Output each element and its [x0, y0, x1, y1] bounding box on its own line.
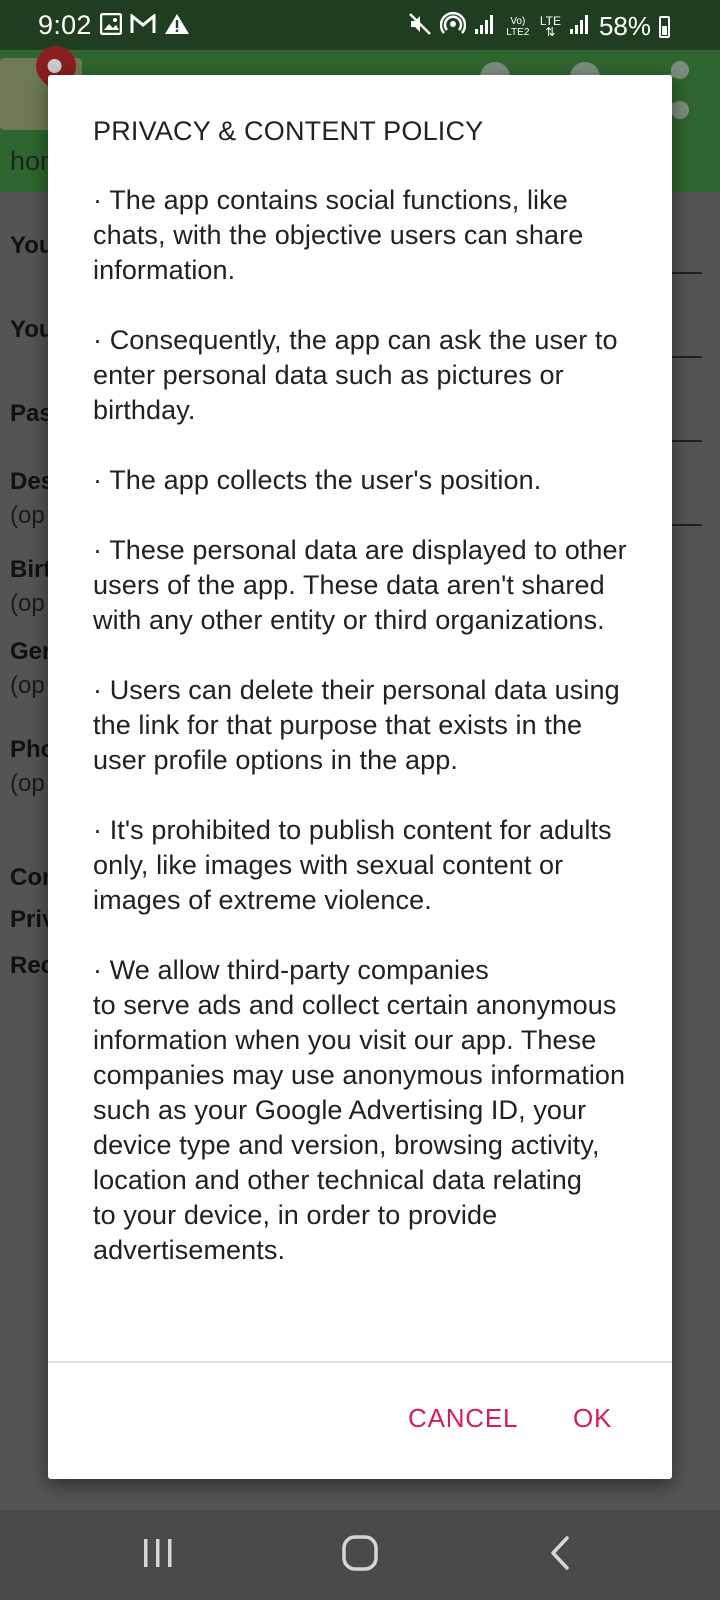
privacy-policy-dialog: PRIVACY & CONTENT POLICY · The app conta…	[48, 75, 672, 1479]
policy-paragraph: · The app collects the user's position.	[93, 465, 542, 495]
form-label: (op	[10, 590, 45, 617]
form-label: You	[10, 316, 54, 343]
gmail-icon	[130, 12, 156, 39]
home-icon	[342, 1534, 378, 1576]
form-label: (op	[10, 770, 45, 797]
form-label: (op	[10, 502, 45, 529]
recents-button[interactable]	[128, 1528, 188, 1582]
navigation-bar	[0, 1510, 720, 1600]
back-button[interactable]	[530, 1528, 590, 1582]
policy-paragraph: · It's prohibited to publish content for…	[93, 815, 612, 915]
policy-paragraph: · The app contains social functions, lik…	[93, 185, 584, 285]
recents-icon	[141, 1537, 175, 1574]
form-label: (op	[10, 672, 45, 699]
form-label: Pas	[10, 400, 53, 427]
battery-percent: 58%	[598, 11, 651, 41]
volte-icon: Vo) LTE2	[506, 15, 530, 38]
dialog-scroll-area[interactable]: PRIVACY & CONTENT POLICY · The app conta…	[48, 75, 672, 1361]
status-bar: 9:02 Vo) LTE2 LTE ⇅ 58%	[0, 0, 720, 50]
form-label: Birt	[10, 556, 52, 583]
policy-paragraph: · We allow third-party companies to serv…	[93, 955, 626, 1265]
ok-button[interactable]: OK	[561, 1393, 624, 1444]
policy-paragraph: · These personal data are displayed to o…	[93, 535, 627, 635]
dialog-actions: CANCEL OK	[48, 1363, 672, 1479]
signal-icon	[474, 13, 496, 40]
battery-icon	[659, 15, 670, 38]
dialog-title: PRIVACY & CONTENT POLICY	[93, 116, 484, 146]
cancel-button[interactable]: CANCEL	[396, 1393, 530, 1444]
gallery-icon	[99, 12, 123, 40]
policy-paragraph: · Users can delete their personal data u…	[93, 675, 620, 775]
policy-paragraph: · Consequently, the app can ask the user…	[93, 325, 618, 425]
warning-icon	[164, 13, 190, 40]
hotspot-icon	[439, 11, 467, 42]
lte-icon: LTE ⇅	[540, 15, 561, 39]
back-icon	[548, 1535, 572, 1576]
mute-icon	[408, 12, 432, 41]
signal-icon	[569, 13, 591, 40]
status-time: 9:02	[38, 10, 92, 40]
data-arrows-icon: ⇅	[545, 24, 556, 39]
form-label: You	[10, 232, 54, 259]
home-button[interactable]	[330, 1528, 390, 1582]
